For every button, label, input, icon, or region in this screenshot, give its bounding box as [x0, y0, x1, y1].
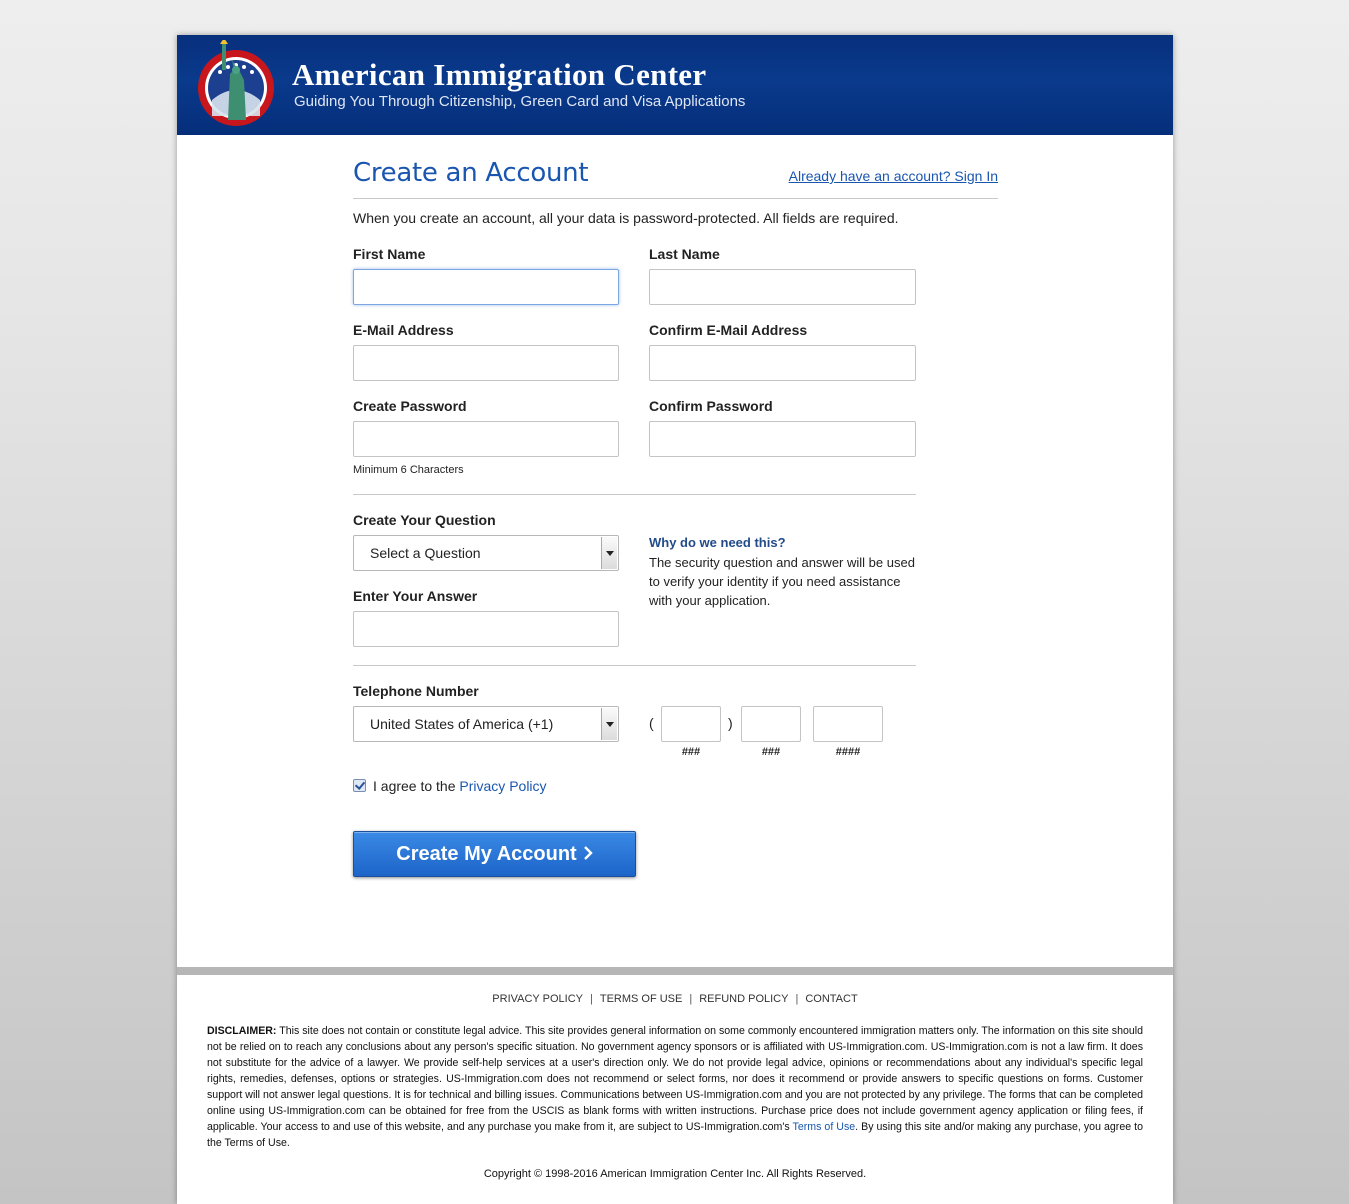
chevron-down-icon[interactable]: [601, 708, 617, 740]
statue-of-liberty-logo[interactable]: [192, 40, 280, 128]
phone-prefix-input[interactable]: [741, 706, 801, 742]
phone-line-input[interactable]: [813, 706, 883, 742]
title-divider: [353, 198, 998, 199]
confirm-email-label: Confirm E-Mail Address: [649, 322, 808, 338]
security-question-value: Select a Question: [370, 545, 481, 561]
password-label: Create Password: [353, 398, 467, 414]
privacy-policy-link[interactable]: Privacy Policy: [459, 778, 546, 794]
page-title: Create an Account: [353, 158, 589, 188]
site-header: American Immigration Center Guiding You …: [177, 35, 1173, 135]
page-container: American Immigration Center Guiding You …: [177, 35, 1173, 1204]
password-input[interactable]: [353, 421, 619, 457]
disclaimer-body: This site does not contain or constitute…: [207, 1025, 1143, 1133]
first-name-label: First Name: [353, 246, 426, 262]
confirm-password-label: Confirm Password: [649, 398, 773, 414]
confirm-password-input[interactable]: [649, 421, 916, 457]
telephone-label: Telephone Number: [353, 683, 479, 699]
close-paren: ): [728, 715, 733, 731]
agree-label: I agree to the: [373, 778, 456, 794]
last-name-input[interactable]: [649, 269, 916, 305]
country-code-value: United States of America (+1): [370, 716, 554, 732]
disclaimer-terms-link[interactable]: Terms of Use: [793, 1121, 856, 1133]
section-divider: [353, 494, 916, 495]
agree-checkbox[interactable]: [353, 779, 366, 792]
section-divider: [353, 665, 916, 666]
footer-link-refund[interactable]: REFUND POLICY: [692, 993, 795, 1005]
footer-link-contact[interactable]: CONTACT: [798, 993, 864, 1005]
why-body: The security question and answer will be…: [649, 555, 915, 608]
footer-divider-bar: [177, 967, 1173, 975]
first-name-input[interactable]: [353, 269, 619, 305]
security-question-select[interactable]: Select a Question: [353, 535, 619, 571]
last-name-label: Last Name: [649, 246, 720, 262]
answer-label: Enter Your Answer: [353, 588, 478, 604]
disclaimer: DISCLAIMER: This site does not contain o…: [207, 1023, 1143, 1151]
phone-line-hint: ####: [835, 746, 861, 758]
sign-in-link[interactable]: Already have an account? Sign In: [789, 168, 998, 184]
phone-area-hint: ###: [681, 746, 701, 758]
brand-tagline: Guiding You Through Citizenship, Green C…: [294, 93, 746, 110]
footer-link-privacy[interactable]: PRIVACY POLICY: [485, 993, 590, 1005]
phone-area-code-input[interactable]: [661, 706, 721, 742]
open-paren: (: [649, 715, 654, 731]
footer-nav: PRIVACY POLICY | TERMS OF USE | REFUND POLIC…: [177, 993, 1173, 1005]
password-hint: Minimum 6 Characters: [353, 464, 464, 476]
disclaimer-label: DISCLAIMER:: [207, 1025, 277, 1037]
country-code-select[interactable]: United States of America (+1): [353, 706, 619, 742]
agree-text: I agree to the Privacy Policy: [373, 778, 547, 794]
create-account-button[interactable]: Create My Account: [353, 831, 636, 877]
email-input[interactable]: [353, 345, 619, 381]
chevron-right-icon: [583, 846, 593, 860]
copyright: Copyright © 1998-2016 American Immigrati…: [483, 1168, 867, 1180]
intro-text: When you create an account, all your dat…: [353, 210, 899, 226]
answer-input[interactable]: [353, 611, 619, 647]
security-question-label: Create Your Question: [353, 512, 496, 528]
phone-prefix-hint: ###: [761, 746, 781, 758]
chevron-down-icon[interactable]: [601, 537, 617, 569]
email-label: E-Mail Address: [353, 322, 454, 338]
brand-title: American Immigration Center: [292, 57, 707, 92]
why-title: Why do we need this?: [649, 535, 786, 550]
create-account-button-label: Create My Account: [396, 843, 577, 865]
confirm-email-input[interactable]: [649, 345, 916, 381]
footer-link-terms[interactable]: TERMS OF USE: [593, 993, 690, 1005]
